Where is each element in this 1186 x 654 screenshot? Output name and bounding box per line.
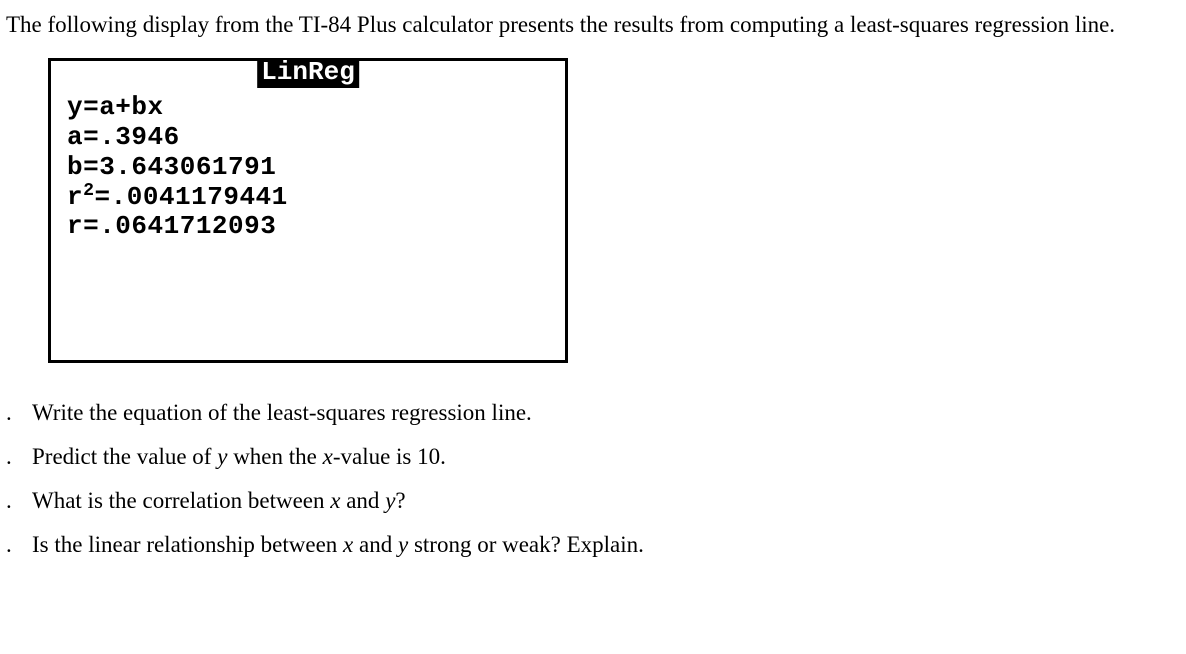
var-y: y (385, 488, 395, 513)
calc-header: LinReg (257, 58, 359, 89)
q4-text-post: strong or weak? Explain. (408, 532, 644, 557)
var-x: x (343, 532, 353, 557)
question-list: Write the equation of the least-squares … (6, 391, 1180, 568)
var-x: x (323, 444, 333, 469)
var-y: y (398, 532, 408, 557)
intro-text: The following display from the TI-84 Plu… (6, 10, 1180, 40)
calc-line-2: a=.3946 (67, 123, 555, 153)
calc-line-1: y=a+bx (67, 93, 555, 123)
question-4: Is the linear relationship between x and… (6, 523, 1180, 567)
calc-line-5: r=.0641712093 (67, 212, 555, 242)
q2-text-post: -value is 10. (333, 444, 446, 469)
calc-body: y=a+bx a=.3946 b=3.643061791 r2=.0041179… (51, 61, 565, 252)
var-x: x (330, 488, 340, 513)
q4-text: Is the linear relationship between (32, 532, 343, 557)
q2-text-mid: when the (227, 444, 322, 469)
question-3: What is the correlation between x and y? (6, 479, 1180, 523)
q3-text-post: ? (395, 488, 405, 513)
question-1: Write the equation of the least-squares … (6, 391, 1180, 435)
squared-superscript: 2 (83, 181, 94, 201)
r2-value: =.0041179441 (95, 182, 288, 212)
q3-text: What is the correlation between (32, 488, 330, 513)
var-y: y (217, 444, 227, 469)
question-2: Predict the value of y when the x-value … (6, 435, 1180, 479)
calc-line-3: b=3.643061791 (67, 153, 555, 183)
r-char: r (67, 182, 83, 212)
q2-text: Predict the value of (32, 444, 217, 469)
calculator-screen: LinReg y=a+bx a=.3946 b=3.643061791 r2=.… (48, 58, 568, 363)
q3-and: and (340, 488, 385, 513)
calc-line-4: r2=.0041179441 (67, 183, 555, 213)
q4-and: and (353, 532, 398, 557)
